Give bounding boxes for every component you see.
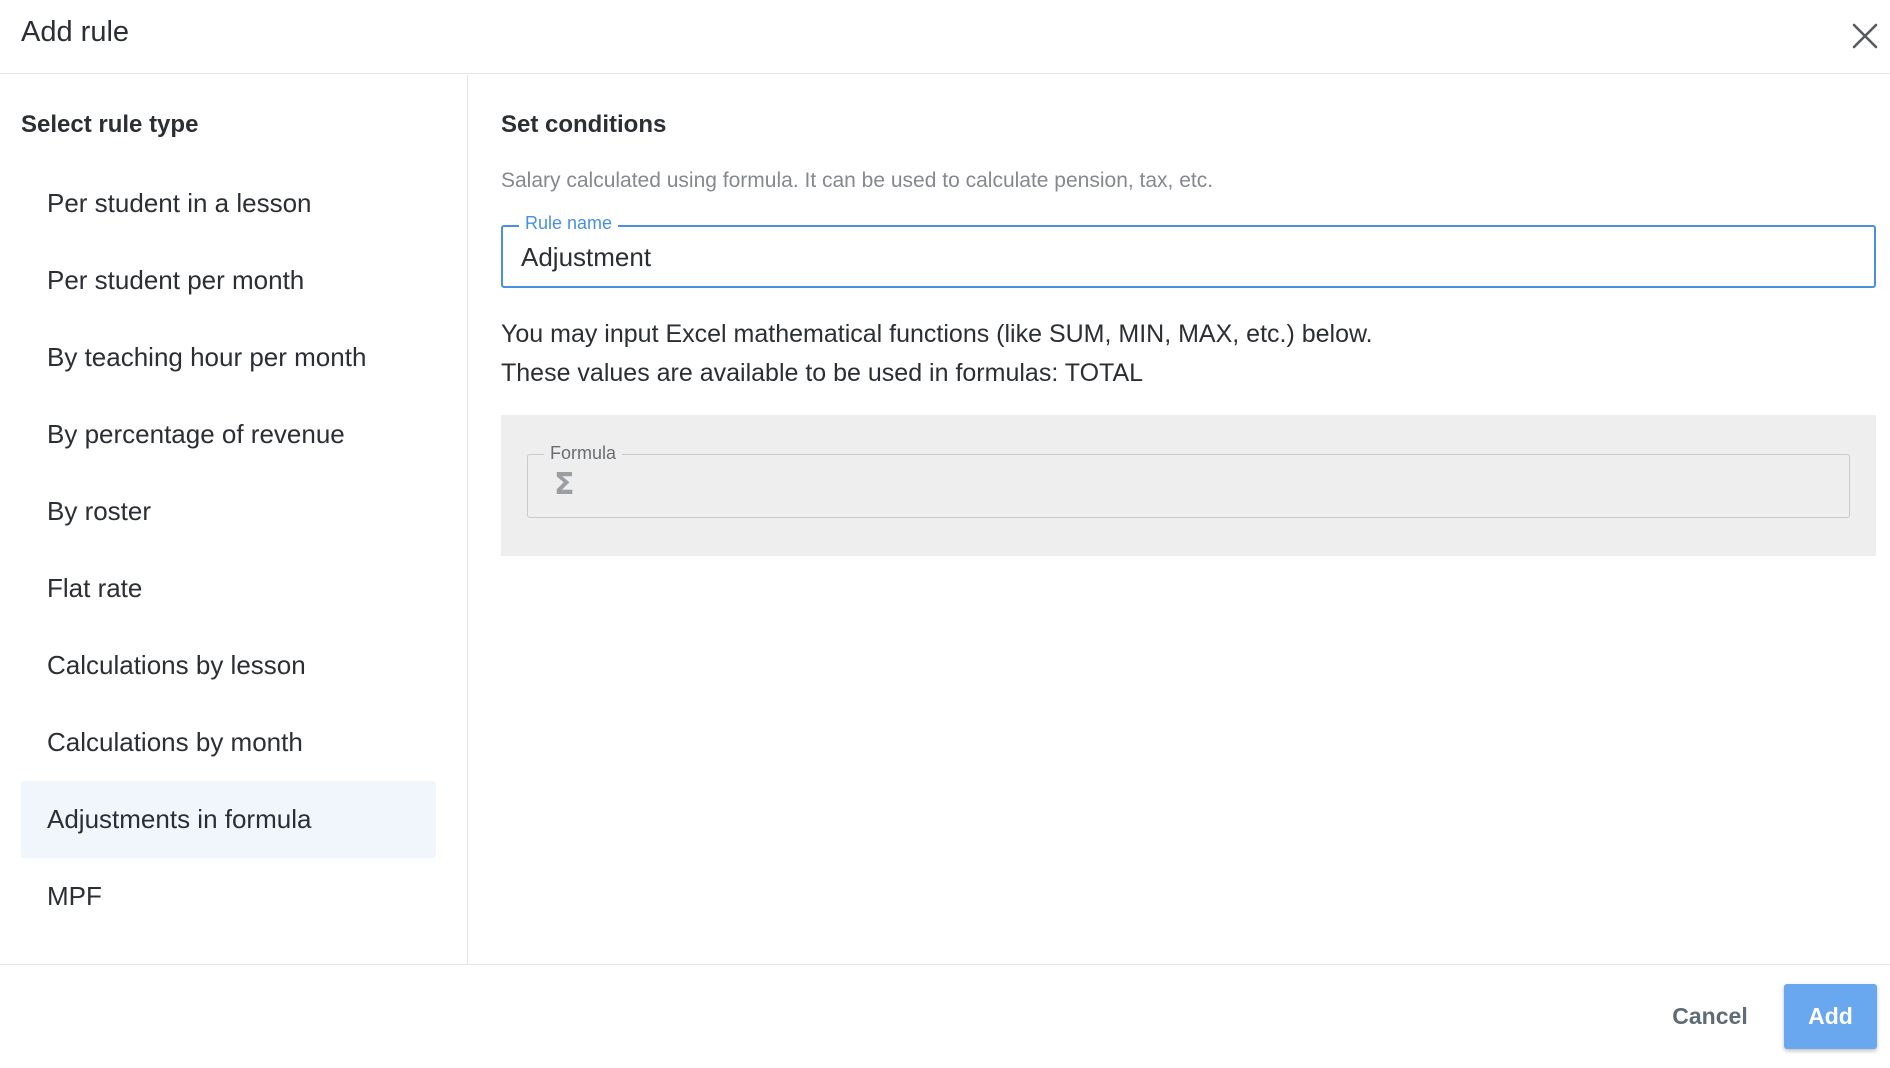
sigma-icon: Σ <box>554 467 575 502</box>
dialog-header: Add rule <box>0 0 1890 74</box>
rule-type-label: Flat rate <box>47 573 143 603</box>
close-icon <box>1852 23 1878 49</box>
rule-type-label: By percentage of revenue <box>47 419 345 449</box>
rule-name-field: Rule name <box>501 213 1876 288</box>
rule-type-label: Adjustments in formula <box>47 804 312 834</box>
sidebar-title: Select rule type <box>21 111 199 138</box>
rule-type-sidebar: Select rule type Per student in a lesson… <box>0 75 468 964</box>
dialog-title: Add rule <box>21 16 130 48</box>
rule-name-label: Rule name <box>519 213 619 234</box>
rule-type-by-teaching-hour-per-month[interactable]: By teaching hour per month <box>21 319 436 396</box>
formula-field: Formula Σ <box>527 443 1850 518</box>
add-button[interactable]: Add <box>1784 984 1877 1049</box>
section-title: Set conditions <box>501 111 667 138</box>
formula-instructions: You may input Excel mathematical functio… <box>501 315 1373 393</box>
rule-type-calculations-by-lesson[interactable]: Calculations by lesson <box>21 627 436 704</box>
rule-type-label: Per student per month <box>47 265 305 295</box>
close-button[interactable] <box>1845 16 1885 56</box>
rule-type-adjustments-in-formula[interactable]: Adjustments in formula <box>21 781 436 858</box>
rule-type-label: By roster <box>47 496 152 526</box>
formula-label: Formula <box>544 443 623 464</box>
rule-description: Salary calculated using formula. It can … <box>501 169 1214 192</box>
conditions-panel: Set conditions Salary calculated using f… <box>469 75 1890 964</box>
instructions-line-2: These values are available to be used in… <box>501 359 1144 387</box>
cancel-button[interactable]: Cancel <box>1660 984 1760 1048</box>
instructions-line-1: You may input Excel mathematical functio… <box>501 320 1373 348</box>
rule-type-flat-rate[interactable]: Flat rate <box>21 550 436 627</box>
rule-type-per-student-per-month[interactable]: Per student per month <box>21 242 436 319</box>
rule-type-by-percentage-of-revenue[interactable]: By percentage of revenue <box>21 396 436 473</box>
rule-type-per-student-in-a-lesson[interactable]: Per student in a lesson <box>21 165 436 242</box>
rule-type-label: Calculations by month <box>47 727 303 757</box>
rule-type-label: MPF <box>47 881 102 911</box>
dialog-footer: Cancel Add <box>0 964 1890 1068</box>
rule-type-list: Per student in a lesson Per student per … <box>21 165 436 935</box>
rule-name-input[interactable] <box>521 240 1851 274</box>
rule-type-by-roster[interactable]: By roster <box>21 473 436 550</box>
formula-input[interactable] <box>590 469 1830 503</box>
rule-type-mpf[interactable]: MPF <box>21 858 436 935</box>
rule-type-label: Calculations by lesson <box>47 650 306 680</box>
rule-type-label: By teaching hour per month <box>47 342 367 372</box>
rule-type-calculations-by-month[interactable]: Calculations by month <box>21 704 436 781</box>
formula-panel: Formula Σ <box>501 415 1876 556</box>
rule-type-label: Per student in a lesson <box>47 188 312 218</box>
